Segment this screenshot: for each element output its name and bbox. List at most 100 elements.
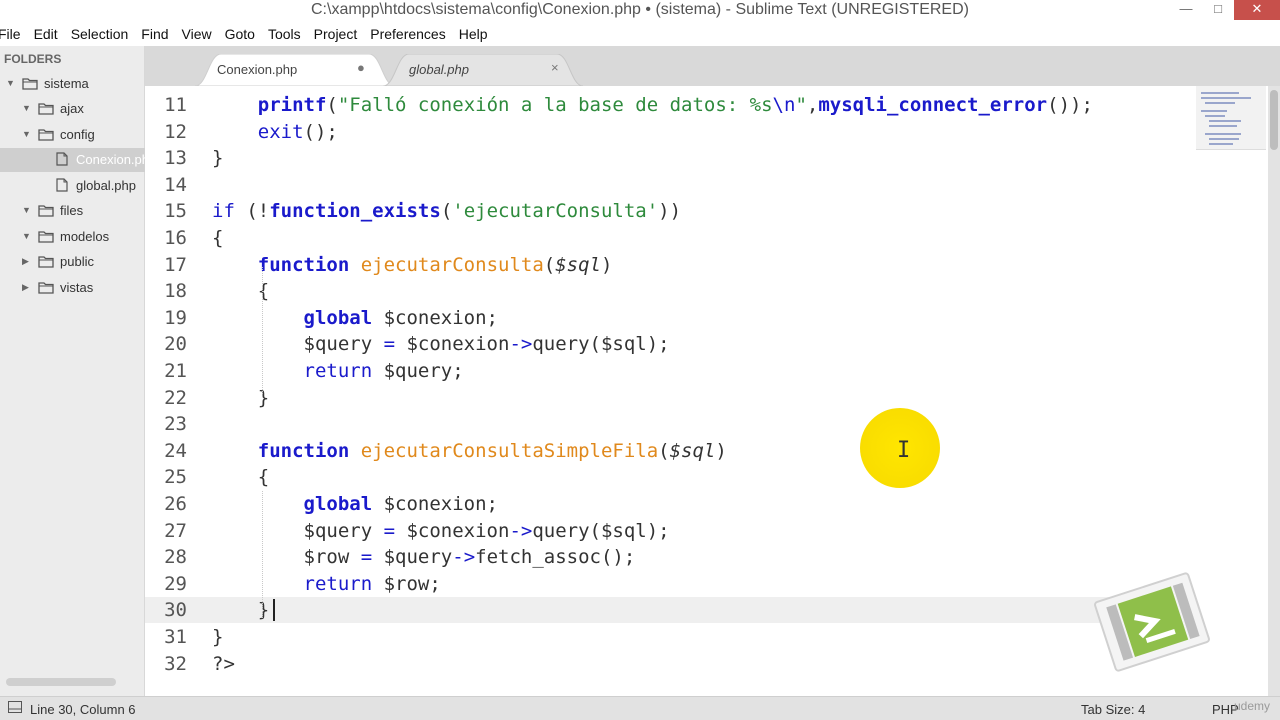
menu-tools[interactable]: Tools xyxy=(268,26,301,42)
code-line[interactable]: $query = $conexion->query($sql); xyxy=(212,333,670,355)
menu-edit[interactable]: Edit xyxy=(34,26,58,42)
tab-global[interactable]: global.php × xyxy=(383,54,583,86)
minimize-button[interactable]: — xyxy=(1170,0,1202,20)
code-token: } xyxy=(212,147,224,170)
code-token: ejecutarConsulta xyxy=(360,253,544,276)
menu-file[interactable]: File xyxy=(0,26,21,42)
sidebar-item-modelos[interactable]: ▼ modelos xyxy=(0,225,145,249)
code-line[interactable]: global $conexion; xyxy=(212,493,498,515)
code-token: ) xyxy=(600,253,613,276)
cursor-position: Line 30, Column 6 xyxy=(30,702,136,717)
code-line[interactable]: global $conexion; xyxy=(212,307,498,329)
code-line[interactable]: $query = $conexion->query($sql); xyxy=(212,520,670,542)
code-line[interactable]: } xyxy=(212,599,269,621)
code-line[interactable]: function ejecutarConsulta($sql) xyxy=(212,253,613,276)
code-token: exit xyxy=(257,120,304,143)
code-token: query($sql); xyxy=(532,519,670,542)
tab-conexion[interactable]: Conexion.php ● xyxy=(195,54,395,86)
scrollbar-thumb[interactable] xyxy=(1270,90,1278,150)
code-token: $conexion; xyxy=(372,306,498,329)
minimap-line xyxy=(1201,92,1239,94)
folder-icon xyxy=(38,127,54,141)
menu-view[interactable]: View xyxy=(182,26,212,42)
sidebar-item-global-php[interactable]: global.php xyxy=(0,174,145,198)
code-line[interactable]: printf("Falló conexión a la base de dato… xyxy=(212,94,1093,116)
code-line[interactable]: function ejecutarConsultaSimpleFila($sql… xyxy=(212,440,727,462)
line-number: 23 xyxy=(164,413,187,436)
tab-label: global.php xyxy=(409,62,469,77)
chevron-down-icon[interactable]: ▼ xyxy=(6,78,15,88)
code-editor[interactable]: 11 12 13 14 15 16 17 18 19 20 21 22 23 24 25 26 27 28 29 30… xyxy=(145,86,1195,696)
line-number: 31 xyxy=(164,626,187,648)
chevron-down-icon[interactable]: ▼ xyxy=(22,205,31,215)
code-line[interactable]: $row = $query->fetch_assoc(); xyxy=(212,546,636,569)
sidebar-item-config[interactable]: ▼ config xyxy=(0,123,145,147)
chevron-down-icon[interactable]: ▼ xyxy=(22,129,31,139)
code-line[interactable]: } xyxy=(212,147,223,169)
menu-goto[interactable]: Goto xyxy=(225,26,255,42)
menu-selection[interactable]: Selection xyxy=(71,26,129,42)
chevron-right-icon[interactable]: ▶ xyxy=(22,256,29,267)
code-line[interactable]: { xyxy=(212,280,269,302)
tab-label: Conexion.php xyxy=(217,62,298,77)
line-number: 28 xyxy=(164,546,187,569)
code-token: -> xyxy=(509,333,533,356)
code-token: ( xyxy=(440,200,453,223)
sidebar-item-conexion-php[interactable]: Conexion.php xyxy=(0,148,156,172)
menu-help[interactable]: Help xyxy=(459,26,488,42)
indent-guide xyxy=(262,267,263,394)
sidebar-scrollbar[interactable] xyxy=(6,678,116,686)
minimap-line xyxy=(1201,97,1251,99)
close-button[interactable]: ✕ xyxy=(1234,0,1280,20)
vertical-scrollbar[interactable] xyxy=(1268,86,1280,696)
code-token: \n xyxy=(772,94,796,116)
sidebar-item-sistema[interactable]: ▼ sistema xyxy=(0,72,145,96)
code-line[interactable]: return $query; xyxy=(212,360,464,382)
minimap-viewport[interactable] xyxy=(1196,86,1266,150)
code-line[interactable]: ?> xyxy=(212,653,235,675)
tab-modified-dot[interactable]: ● xyxy=(357,60,365,75)
tab-size-selector[interactable]: Tab Size: 4 xyxy=(1081,702,1145,717)
code-token: fetch_assoc(); xyxy=(475,546,636,569)
code-line[interactable]: { xyxy=(212,227,223,249)
sidebar-item-ajax[interactable]: ▼ ajax xyxy=(0,97,145,121)
menu-project[interactable]: Project xyxy=(314,26,358,42)
tab-bar: Conexion.php ● global.php × xyxy=(145,46,1280,86)
code-line[interactable]: } xyxy=(212,387,269,409)
code-line[interactable]: { xyxy=(212,466,269,488)
status-bar: Line 30, Column 6 Tab Size: 4 PHP xyxy=(0,696,1280,720)
line-number: 17 xyxy=(164,253,187,276)
tab-close-icon[interactable]: × xyxy=(551,60,559,75)
line-number: 26 xyxy=(164,493,187,515)
chevron-down-icon[interactable]: ▼ xyxy=(22,231,31,241)
code-token: printf xyxy=(257,94,327,116)
line-number: 27 xyxy=(164,519,187,542)
code-line[interactable]: exit(); xyxy=(212,121,338,143)
chevron-right-icon[interactable]: ▶ xyxy=(22,282,29,293)
code-line[interactable]: } xyxy=(212,626,223,648)
code-token: , xyxy=(806,94,819,116)
minimap-line xyxy=(1205,115,1225,117)
menu-find[interactable]: Find xyxy=(141,26,168,42)
menu-preferences[interactable]: Preferences xyxy=(370,26,445,42)
code-line[interactable]: if (!function_exists('ejecutarConsulta')… xyxy=(212,200,681,222)
sidebar-item-files[interactable]: ▼ files xyxy=(0,199,145,223)
code-token: } xyxy=(212,626,224,648)
code-token: function xyxy=(257,439,350,462)
code-line[interactable]: return $row; xyxy=(212,573,441,595)
code-token: = xyxy=(360,546,373,569)
line-number: 12 xyxy=(164,120,187,143)
sidebar-item-label: global.php xyxy=(76,178,136,193)
chevron-down-icon[interactable]: ▼ xyxy=(22,103,31,113)
sublime-logo-icon xyxy=(1094,572,1210,672)
sidebar-item-public[interactable]: ▶ public xyxy=(0,250,145,274)
sidebar-item-vistas[interactable]: ▶ vistas xyxy=(0,276,145,300)
folder-icon xyxy=(38,203,54,217)
code-token: global xyxy=(303,493,373,515)
ibeam-cursor-icon: I xyxy=(897,438,911,463)
maximize-button[interactable]: □ xyxy=(1202,0,1234,20)
panel-toggle-icon[interactable] xyxy=(8,701,22,716)
